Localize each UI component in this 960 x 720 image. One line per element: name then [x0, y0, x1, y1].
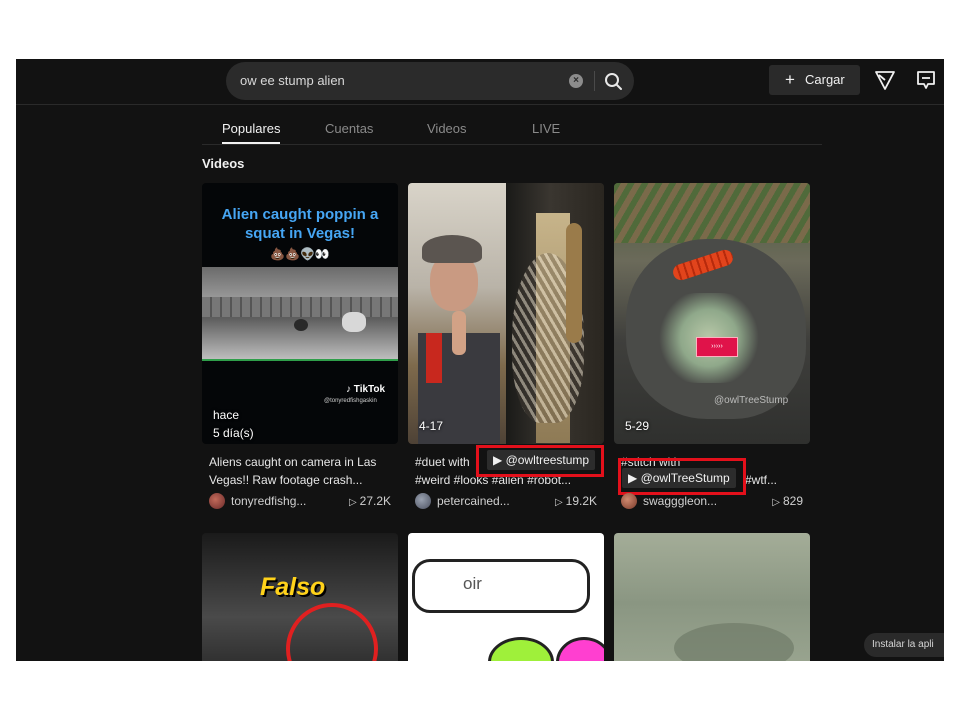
view-count: ▷ 27.2K — [348, 494, 391, 508]
video-thumbnail[interactable] — [614, 533, 810, 661]
send-icon[interactable] — [874, 69, 896, 91]
speech-bubble: oir — [412, 559, 590, 613]
video-thumbnail[interactable]: Alien caught poppin a squat in Vegas! 💩💩… — [202, 183, 398, 444]
pink-shape — [556, 637, 604, 661]
search-input[interactable]: ow ee stump alien — [240, 73, 345, 88]
raised-finger — [452, 311, 466, 355]
app-window: ow ee stump alien × + Cargar Populares Cu… — [16, 59, 944, 661]
person-hair — [422, 235, 482, 263]
install-app-button[interactable]: Instalar la apli — [864, 633, 944, 657]
creature — [294, 319, 308, 331]
date-line1: hace — [213, 408, 240, 422]
clear-search-icon[interactable]: × — [569, 74, 583, 88]
video-description: Aliens caught on camera in Las Vegas!! R… — [209, 453, 395, 489]
top-bar: ow ee stump alien × + Cargar — [16, 59, 944, 105]
section-title: Videos — [202, 156, 245, 171]
foliage — [614, 183, 810, 243]
desc-line1: Aliens caught on camera in Las — [209, 455, 377, 469]
video-thumbnail[interactable]: 4-17 — [408, 183, 604, 444]
play-icon: ▷ — [348, 497, 357, 508]
view-count: ▷ 829 — [772, 494, 803, 508]
tab-live[interactable]: LIVE — [532, 121, 560, 136]
watermark-user: @tonyredfishgaskin — [324, 398, 377, 404]
highlight-box — [476, 445, 604, 477]
author-name[interactable]: tonyredfishg... — [231, 494, 306, 508]
upload-label: Cargar — [805, 72, 845, 87]
desc-line2: Vegas!! Raw footage crash... — [209, 473, 363, 487]
view-count: ▷ 19.2K — [554, 494, 597, 508]
author-name[interactable]: swagggleon... — [643, 494, 717, 508]
tab-cuentas[interactable]: Cuentas — [325, 121, 373, 136]
video-date: 4-17 — [419, 419, 444, 433]
video-thumbnail[interactable]: ››››› @owlTreeStump 5-29 — [614, 183, 810, 444]
overlay-title: Alien caught poppin a squat in Vegas! — [221, 206, 379, 242]
light-shape — [342, 312, 366, 332]
video-thumbnail[interactable]: oir — [408, 533, 604, 661]
bubble-text: oir — [463, 574, 482, 593]
result-tabs: Populares Cuentas Videos LIVE — [202, 115, 822, 145]
red-scarf — [426, 333, 442, 383]
highlight-box — [618, 458, 746, 495]
avatar[interactable] — [415, 493, 431, 509]
sticker: ››››› — [696, 337, 738, 357]
video-meta: petercained... ▷ 19.2K — [415, 492, 597, 510]
green-shape — [488, 637, 554, 661]
tab-videos[interactable]: Videos — [427, 121, 467, 136]
active-tab-indicator — [222, 142, 280, 144]
duet-right-frame — [506, 183, 604, 444]
night-camera-frame — [202, 267, 398, 361]
fence — [202, 297, 398, 317]
tab-populares[interactable]: Populares — [222, 121, 281, 136]
overlay-text: Falso — [260, 573, 326, 601]
play-icon: ▷ — [772, 497, 780, 508]
avatar[interactable] — [209, 493, 225, 509]
red-circle — [286, 603, 378, 661]
watermark-user: @owlTreeStump — [714, 395, 789, 406]
insect-body — [566, 223, 582, 343]
search-divider — [594, 71, 595, 91]
tiktok-logo: ♪ TikTok — [346, 384, 386, 395]
video-thumbnail[interactable]: Falso — [202, 533, 398, 661]
video-date: 5-29 — [625, 419, 650, 433]
blurred-shape — [674, 623, 794, 661]
avatar[interactable] — [621, 493, 637, 509]
duet-left-frame — [408, 183, 506, 444]
play-icon: ▷ — [554, 497, 563, 508]
video-meta: swagggleon... ▷ 829 — [621, 492, 803, 510]
upload-button[interactable]: + Cargar — [769, 65, 860, 95]
inbox-icon[interactable] — [915, 69, 937, 91]
author-name[interactable]: petercained... — [437, 494, 510, 508]
search-icon[interactable] — [600, 68, 626, 94]
plus-icon: + — [785, 70, 795, 89]
search-bar[interactable]: ow ee stump alien × — [226, 62, 634, 100]
overlay-emoji: 💩💩👽👀 — [270, 247, 330, 261]
video-meta: tonyredfishg... ▷ 27.2K — [209, 492, 391, 510]
date-line2: 5 día(s) — [213, 426, 254, 440]
